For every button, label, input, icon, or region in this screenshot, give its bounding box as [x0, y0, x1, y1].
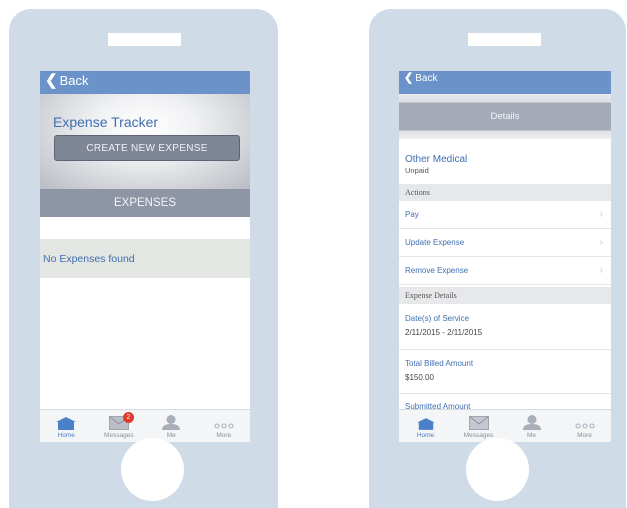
- phone-frame-left: ❮ Back Expense Tracker CREATE NEW EXPENS…: [9, 9, 278, 508]
- expenses-header: EXPENSES: [40, 189, 250, 217]
- more-dots-icon: [575, 423, 594, 429]
- chevron-right-icon: ›: [599, 265, 603, 276]
- field-label: Total Billed Amount: [405, 359, 474, 368]
- screen-expense-tracker: ❮ Back Expense Tracker CREATE NEW EXPENS…: [40, 71, 250, 442]
- tab-label: More: [216, 432, 232, 439]
- expense-details-section-header: Expense Details: [399, 287, 611, 304]
- phone-frame-right: ❮ Back Details Other Medical Unpaid Acti…: [369, 9, 626, 508]
- tab-label: More: [577, 432, 592, 439]
- tab-label: Messages: [103, 432, 134, 439]
- home-hardware-button: [121, 438, 184, 501]
- actions-section-header: Actions: [399, 184, 611, 201]
- tab-label: Me: [526, 432, 537, 439]
- back-label: Back: [415, 73, 438, 84]
- tab-me[interactable]: Me: [505, 410, 558, 442]
- action-remove-expense[interactable]: Remove Expense ›: [399, 257, 611, 285]
- details-title: Details: [490, 111, 520, 122]
- action-update-expense[interactable]: Update Expense ›: [399, 229, 611, 257]
- chevron-left-icon: ❮: [404, 72, 414, 84]
- tab-label: Messages: [463, 432, 494, 439]
- tab-messages[interactable]: 2 Messages: [93, 410, 146, 442]
- divider: [399, 393, 611, 394]
- tab-more[interactable]: More: [558, 410, 611, 442]
- payment-status: Unpaid: [405, 166, 429, 175]
- home-icon: [56, 417, 77, 430]
- nav-bar: ❮ Back: [40, 71, 250, 94]
- divider: [399, 349, 611, 350]
- speaker-grille: [468, 33, 541, 46]
- person-icon: [162, 415, 181, 430]
- field-value: $150.00: [405, 373, 434, 382]
- home-icon: [416, 418, 435, 430]
- envelope-icon: [468, 416, 489, 430]
- page-title: Expense Tracker: [53, 114, 159, 130]
- field-label: Date(s) of Service: [405, 314, 470, 323]
- action-label: Update Expense: [405, 238, 465, 247]
- action-label: Pay: [405, 210, 419, 219]
- chevron-right-icon: ›: [599, 237, 603, 248]
- tab-bar: Home Messages Me More: [399, 409, 611, 442]
- tab-bar: Home 2 Messages Me More: [40, 409, 250, 442]
- home-hardware-button: [466, 438, 529, 501]
- more-dots-icon: [214, 423, 234, 429]
- action-pay[interactable]: Pay ›: [399, 201, 611, 229]
- hero-banner: Expense Tracker CREATE NEW EXPENSE: [40, 94, 250, 189]
- unread-badge: 2: [122, 412, 134, 423]
- back-label: Back: [59, 73, 89, 88]
- tab-home[interactable]: Home: [399, 410, 452, 442]
- back-button[interactable]: ❮ Back: [45, 73, 88, 88]
- tab-label: Home: [416, 432, 435, 439]
- back-button[interactable]: ❮ Back: [404, 72, 438, 85]
- tab-label: Home: [57, 432, 75, 439]
- field-value: 2/11/2015 - 2/11/2015: [405, 328, 483, 337]
- tab-home[interactable]: Home: [40, 410, 93, 442]
- tab-more[interactable]: More: [198, 410, 251, 442]
- nav-bar: ❮ Back: [399, 71, 611, 94]
- expense-type: Other Medical: [405, 154, 468, 165]
- tab-label: Me: [166, 432, 176, 439]
- screen-expense-details: ❮ Back Details Other Medical Unpaid Acti…: [399, 71, 611, 442]
- chevron-left-icon: ❮: [45, 72, 58, 89]
- empty-state-message: No Expenses found: [40, 239, 250, 278]
- action-label: Remove Expense: [405, 266, 469, 275]
- create-new-expense-button[interactable]: CREATE NEW EXPENSE: [54, 135, 240, 161]
- speaker-grille: [108, 33, 181, 46]
- chevron-right-icon: ›: [599, 209, 603, 220]
- person-icon: [522, 415, 541, 430]
